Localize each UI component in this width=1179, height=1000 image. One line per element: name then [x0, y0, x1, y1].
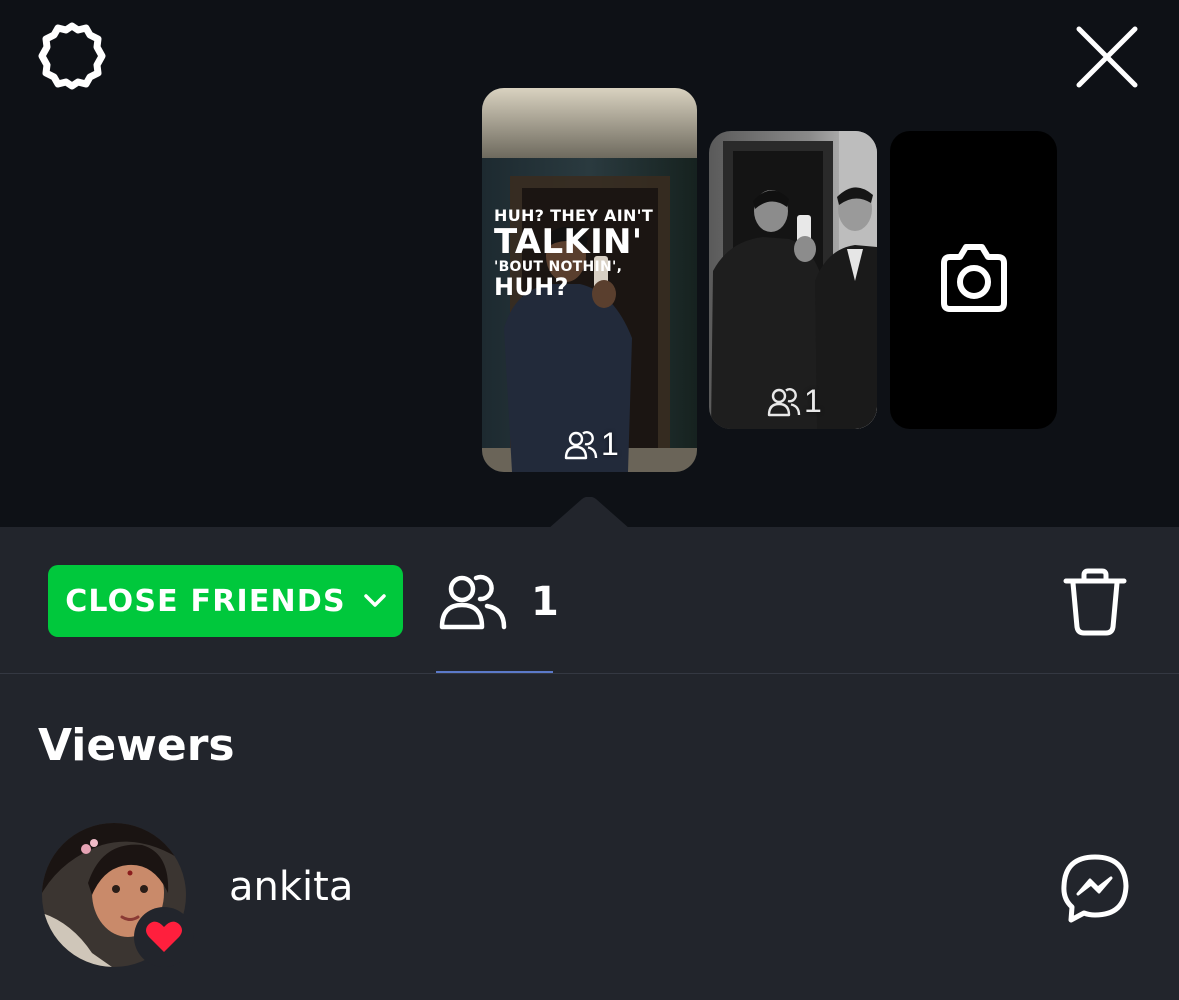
viewers-count: 1 [531, 579, 559, 625]
story-details-panel: CLOSE FRIENDS 1 Viewers ankita [0, 527, 1179, 1000]
messenger-icon [1061, 854, 1129, 923]
story-caption: HUH? THEY AIN'T TALKIN' 'BOUT NOTHIN', H… [494, 207, 674, 302]
tab-viewers[interactable]: 1 [436, 565, 559, 673]
chevron-down-icon [364, 594, 386, 607]
caption-line: TALKIN' [494, 221, 643, 262]
story-viewer-count-value: 1 [601, 426, 619, 462]
people-icon [439, 574, 507, 630]
people-icon [564, 430, 598, 459]
story-viewer-count-value: 1 [804, 383, 822, 419]
gear-icon [38, 22, 106, 90]
reaction-badge [134, 907, 194, 967]
message-viewer-button[interactable] [1058, 852, 1132, 926]
viewer-username: ankita [229, 864, 354, 910]
story-preview-area: HUH? THEY AIN'T TALKIN' 'BOUT NOTHIN', H… [0, 0, 1179, 529]
close-button[interactable] [1070, 20, 1144, 94]
story-thumbnail-1[interactable]: HUH? THEY AIN'T TALKIN' 'BOUT NOTHIN', H… [482, 88, 697, 472]
trash-icon [1063, 568, 1127, 636]
viewers-section-title: Viewers [38, 720, 235, 771]
active-tab-indicator [436, 671, 553, 673]
settings-button[interactable] [36, 20, 108, 92]
story-toolbar: CLOSE FRIENDS 1 [0, 527, 1179, 674]
story-viewer-count: 1 [564, 426, 619, 463]
close-icon [1076, 26, 1138, 88]
audience-label: CLOSE FRIENDS [65, 583, 346, 619]
viewer-list-item[interactable]: ankita [0, 820, 1179, 970]
selection-pointer [548, 497, 630, 529]
add-story-button[interactable] [890, 131, 1057, 429]
caption-line: HUH? [494, 273, 569, 302]
story-viewer-count: 1 [767, 383, 822, 420]
story-thumbnail-2[interactable]: 1 [709, 131, 877, 429]
delete-story-button[interactable] [1060, 567, 1130, 637]
heart-icon [146, 921, 182, 952]
people-icon [767, 387, 801, 416]
audience-dropdown-button[interactable]: CLOSE FRIENDS [48, 565, 403, 637]
camera-icon [941, 244, 1007, 312]
